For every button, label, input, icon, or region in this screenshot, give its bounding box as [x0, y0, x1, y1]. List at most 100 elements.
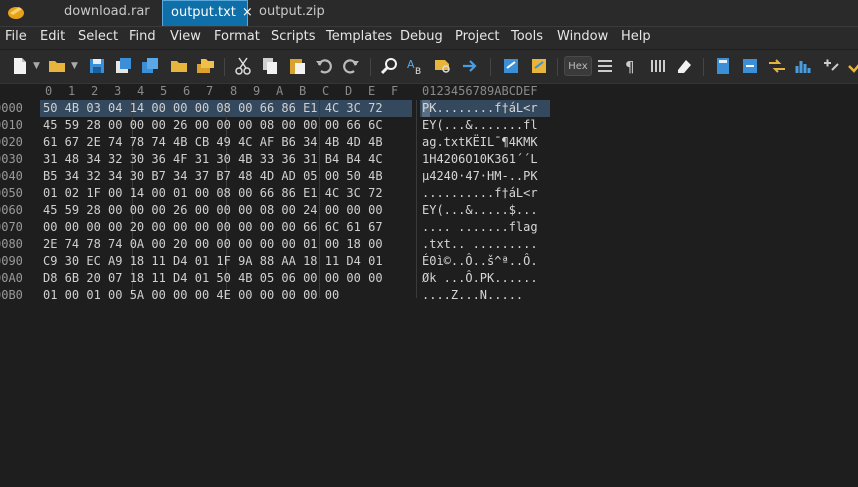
redo-icon[interactable]	[341, 56, 361, 76]
col-b: B	[299, 84, 307, 98]
calculator-icon[interactable]	[713, 56, 733, 76]
row-bytes[interactable]: 45 59 28 00 00 00 26 00 00 00 08 00 00 0…	[43, 118, 383, 132]
menu-project[interactable]: Project	[455, 29, 499, 44]
toolbar-separator	[703, 58, 704, 76]
paste-icon[interactable]	[287, 56, 307, 76]
hex-toggle-button[interactable]: Hex	[564, 56, 592, 76]
col-a: A	[276, 84, 284, 98]
menu-debug[interactable]: Debug	[400, 29, 443, 44]
row-bytes[interactable]: 31 48 34 32 30 36 4F 31 30 4B 33 36 31 B…	[43, 152, 383, 166]
row-ascii[interactable]: ....Z...N.....	[422, 288, 523, 302]
new-file-icon[interactable]	[10, 56, 30, 76]
tab-label: output.zip	[259, 4, 325, 19]
menu-format[interactable]: Format	[214, 29, 260, 44]
clear-icon[interactable]	[674, 56, 694, 76]
row-ascii[interactable]: µ4240·47·HM-..PK	[422, 169, 538, 183]
toolbar-separator	[370, 58, 371, 76]
convert-icon[interactable]	[740, 56, 760, 76]
row-ascii[interactable]: PK........f†áL<r	[422, 101, 538, 115]
row-bytes[interactable]: 01 00 01 00 5A 00 00 00 4E 00 00 00 00 0…	[43, 288, 339, 302]
menu-select[interactable]: Select	[78, 29, 118, 44]
toolbar-separator	[490, 58, 491, 76]
pilcrow-icon[interactable]: ¶	[621, 56, 641, 76]
tag-icon[interactable]	[529, 56, 549, 76]
tab-label: download.rar	[64, 4, 150, 19]
svg-text:A: A	[407, 58, 415, 71]
menu-file[interactable]: File	[5, 29, 27, 44]
math-icon[interactable]	[821, 56, 841, 76]
histogram-icon[interactable]	[794, 56, 814, 76]
row-ascii[interactable]: EY(...&.......fl	[422, 118, 538, 132]
tab-bar: download.rar output.txt × output.zip	[0, 0, 858, 27]
row-ascii[interactable]: .... .......flag	[422, 220, 538, 234]
row-ascii[interactable]: .txt.. .........	[422, 237, 538, 251]
open-multiple-icon[interactable]	[195, 56, 215, 76]
menu-find[interactable]: Find	[129, 29, 156, 44]
row-bytes[interactable]: C9 30 EC A9 18 11 D4 01 1F 9A 88 AA 18 1…	[43, 254, 383, 268]
tab-output-txt[interactable]: output.txt ×	[162, 0, 253, 26]
menu-help[interactable]: Help	[621, 29, 651, 44]
app-logo-icon	[8, 7, 24, 19]
menu-window[interactable]: Window	[557, 29, 608, 44]
chevron-down-icon[interactable]: ▼	[71, 61, 78, 71]
col-0: 0	[45, 84, 53, 98]
row-ascii[interactable]: É0ì©..Ô..š^ª..Ô.	[422, 254, 538, 268]
svg-text:B: B	[415, 67, 421, 76]
row-address: 00A0	[0, 271, 23, 285]
swap-icon[interactable]	[767, 56, 787, 76]
columns-icon[interactable]	[648, 56, 668, 76]
row-ascii[interactable]: ..........f†áL<r	[422, 186, 538, 200]
row-bytes[interactable]: B5 34 32 34 30 B7 34 37 B7 48 4D AD 05 0…	[43, 169, 383, 183]
folder-icon[interactable]	[169, 56, 189, 76]
compare-icon[interactable]	[501, 56, 521, 76]
menu-scripts[interactable]: Scripts	[271, 29, 315, 44]
row-ascii[interactable]: Øk ...Ô.PK......	[422, 271, 538, 285]
col-8: 8	[230, 84, 238, 98]
menu-view[interactable]: View	[170, 29, 201, 44]
row-bytes[interactable]: 50 4B 03 04 14 00 00 00 08 00 66 86 E1 4…	[43, 101, 383, 115]
cut-icon[interactable]	[233, 56, 253, 76]
find-in-files-icon[interactable]	[433, 56, 453, 76]
col-9: 9	[253, 84, 261, 98]
row-bytes[interactable]: 2E 74 78 74 0A 00 20 00 00 00 00 00 01 0…	[43, 237, 383, 251]
col-3: 3	[114, 84, 122, 98]
row-address: 0040	[0, 169, 23, 183]
save-icon[interactable]	[87, 56, 107, 76]
replace-icon[interactable]: AB	[406, 56, 426, 76]
goto-arrow-icon[interactable]	[460, 56, 480, 76]
open-folder-icon[interactable]	[47, 56, 67, 76]
menu-templates[interactable]: Templates	[326, 29, 392, 44]
row-bytes[interactable]: 61 67 2E 74 78 74 4B CB 49 4C AF B6 34 4…	[43, 135, 383, 149]
line-numbers-icon[interactable]	[595, 56, 615, 76]
check-icon[interactable]	[846, 56, 858, 76]
row-address: 0030	[0, 152, 23, 166]
svg-text:¶: ¶	[625, 58, 635, 76]
col-2: 2	[91, 84, 99, 98]
tab-output-zip[interactable]: output.zip	[251, 0, 333, 26]
row-address: 00B0	[0, 288, 23, 302]
find-icon[interactable]	[379, 56, 399, 76]
toolbar: ▼ ▼ AB Hex ¶	[0, 50, 858, 84]
menu-edit[interactable]: Edit	[40, 29, 65, 44]
row-bytes[interactable]: D8 6B 20 07 18 11 D4 01 50 4B 05 06 00 0…	[43, 271, 383, 285]
tab-download-rar[interactable]: download.rar	[56, 0, 158, 26]
ascii-column-header: 0123456789ABCDEF	[422, 84, 538, 98]
save-as-icon[interactable]	[113, 56, 133, 76]
menu-bar: File Edit Select Find View Format Script…	[0, 27, 858, 49]
row-bytes[interactable]: 45 59 28 00 00 00 26 00 00 00 08 00 24 0…	[43, 203, 383, 217]
row-ascii[interactable]: 1H4206O10K361´´L	[422, 152, 538, 166]
menu-tools[interactable]: Tools	[511, 29, 543, 44]
col-5: 5	[160, 84, 168, 98]
row-bytes[interactable]: 00 00 00 00 20 00 00 00 00 00 00 00 66 6…	[43, 220, 383, 234]
save-all-icon[interactable]	[140, 56, 160, 76]
undo-icon[interactable]	[314, 56, 334, 76]
row-ascii[interactable]: ag.txtKËIL¯¶4KMK	[422, 135, 538, 149]
row-bytes[interactable]: 01 02 1F 00 14 00 01 00 08 00 66 86 E1 4…	[43, 186, 383, 200]
toolbar-separator	[557, 58, 558, 76]
row-address: 0060	[0, 203, 23, 217]
hex-editor[interactable]: 0 1 2 3 4 5 6 7 8 9 A B C D E F 01234567…	[0, 84, 858, 487]
row-address: 0020	[0, 135, 23, 149]
copy-icon[interactable]	[260, 56, 280, 76]
row-ascii[interactable]: EY(...&.....$...	[422, 203, 538, 217]
chevron-down-icon[interactable]: ▼	[33, 61, 40, 71]
